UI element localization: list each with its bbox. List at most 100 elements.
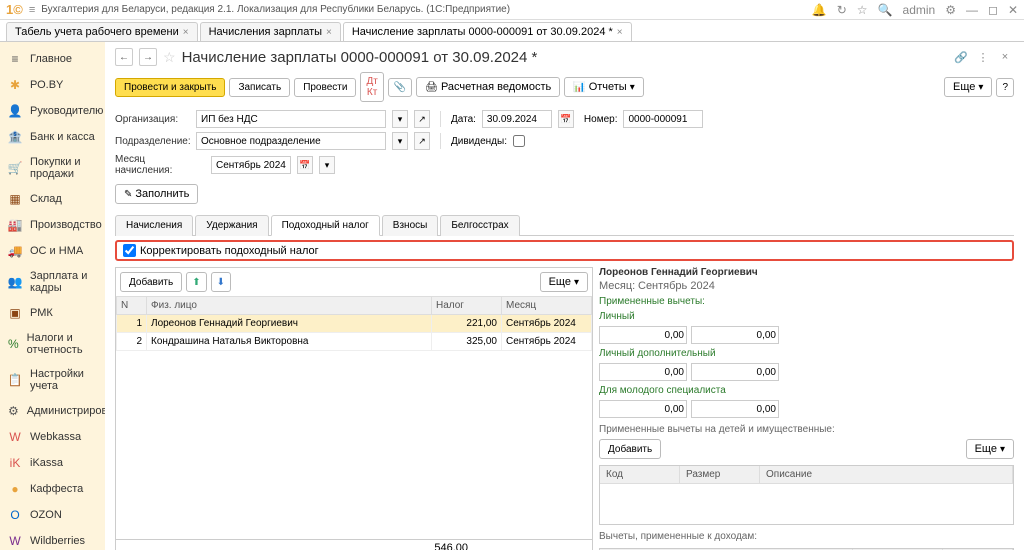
dropdown-icon[interactable]: ▾ xyxy=(392,110,408,128)
sidebar-item[interactable]: ▦Склад xyxy=(0,186,105,212)
sidebar-item[interactable]: 👤Руководителю xyxy=(0,98,105,124)
link-icon[interactable]: 🔗 xyxy=(952,48,970,66)
sidebar-item[interactable]: 🏭Производство xyxy=(0,212,105,238)
table-row[interactable]: 1Лореонов Геннадий Георгиевич221,00Сентя… xyxy=(117,315,592,333)
help-button[interactable]: ? xyxy=(996,78,1014,97)
subtab[interactable]: Белгосстрах xyxy=(440,215,519,236)
document-tabs: Табель учета рабочего времени× Начислени… xyxy=(0,20,1024,42)
sidebar-item[interactable]: ▣РМК xyxy=(0,300,105,326)
move-up-button[interactable]: ⬆ xyxy=(186,272,206,292)
payroll-sheet-button[interactable]: 🖨 Расчетная ведомость xyxy=(416,77,560,97)
nav-fwd-button[interactable]: → xyxy=(139,48,157,66)
sidebar-item[interactable]: %Налоги и отчетность xyxy=(0,326,105,362)
sidebar-item[interactable]: 📋Настройки учета xyxy=(0,362,105,398)
close-icon[interactable]: × xyxy=(996,48,1014,66)
sidebar-item[interactable]: WWildberries xyxy=(0,528,105,550)
sidebar-item[interactable]: OOZON xyxy=(0,502,105,528)
menu-icon[interactable]: ≡ xyxy=(29,4,35,16)
tax-table[interactable]: N Физ. лицо Налог Месяц 1Лореонов Геннад… xyxy=(116,296,592,539)
history-icon[interactable]: ↻ xyxy=(837,3,847,17)
open-icon[interactable]: ↗ xyxy=(414,132,430,150)
personal-2[interactable] xyxy=(691,326,779,344)
bell-icon[interactable]: 🔔 xyxy=(812,3,827,17)
num-input[interactable] xyxy=(623,110,703,128)
calendar-icon[interactable]: 📅 xyxy=(558,110,574,128)
open-icon[interactable]: ↗ xyxy=(414,110,430,128)
sidebar-item[interactable]: 🏦Банк и касса xyxy=(0,124,105,150)
subtabs: НачисленияУдержанияПодоходный налогВзнос… xyxy=(115,214,1014,236)
user-label: admin xyxy=(903,3,936,17)
close-icon[interactable]: × xyxy=(183,27,189,38)
dept-label: Подразделение: xyxy=(115,136,190,147)
month-label: Месяц начисления: xyxy=(115,154,205,176)
movements-button[interactable]: ДтКт xyxy=(360,72,383,102)
menu-icon[interactable]: ⋮ xyxy=(974,48,992,66)
correct-tax-checkbox[interactable] xyxy=(123,244,136,257)
subtab[interactable]: Взносы xyxy=(382,215,439,236)
app-logo: 1© xyxy=(6,2,23,17)
more-button[interactable]: Еще ▾ xyxy=(944,77,992,97)
sidebar: ≡Главное✱РО.BY👤Руководителю🏦Банк и касса… xyxy=(0,42,105,550)
fill-button[interactable]: ✎ Заполнить xyxy=(115,184,198,204)
tab-payroll-doc[interactable]: Начисление зарплаты 0000-000091 от 30.09… xyxy=(343,22,632,41)
reports-button[interactable]: 📊 Отчеты ▾ xyxy=(564,77,644,97)
maximize-icon[interactable]: ◻ xyxy=(988,3,998,17)
young-2[interactable] xyxy=(691,400,779,418)
add-row-button[interactable]: Добавить xyxy=(120,272,182,292)
sidebar-item[interactable]: 🚚ОС и НМА xyxy=(0,238,105,264)
subtab[interactable]: Удержания xyxy=(195,215,268,236)
search-icon[interactable]: 🔍 xyxy=(878,3,893,17)
pextra-1[interactable] xyxy=(599,363,687,381)
sidebar-item[interactable]: iKiKassa xyxy=(0,450,105,476)
post-close-button[interactable]: Провести и закрыть xyxy=(115,78,225,97)
personal-1[interactable] xyxy=(599,326,687,344)
deductions-title: Примененные вычеты: xyxy=(599,296,1014,307)
num-label: Номер: xyxy=(584,114,618,125)
dropdown-icon[interactable]: ▾ xyxy=(319,156,335,174)
sidebar-item[interactable]: 🛒Покупки и продажи xyxy=(0,150,105,186)
children-table[interactable]: КодРазмерОписание xyxy=(599,465,1014,525)
sidebar-item[interactable]: 👥Зарплата и кадры xyxy=(0,264,105,300)
detail-more-button[interactable]: Еще ▾ xyxy=(966,439,1014,459)
star-icon[interactable]: ☆ xyxy=(857,3,868,17)
dept-input[interactable] xyxy=(196,132,386,150)
sidebar-item[interactable]: ●Каффеста xyxy=(0,476,105,502)
minimize-icon[interactable]: — xyxy=(966,3,978,17)
sidebar-item[interactable]: ≡Главное xyxy=(0,46,105,72)
close-icon[interactable]: ✕ xyxy=(1008,3,1018,17)
date-input[interactable] xyxy=(482,110,552,128)
close-icon[interactable]: × xyxy=(326,27,332,38)
calendar-icon[interactable]: 📅 xyxy=(297,156,313,174)
app-title: Бухгалтерия для Беларуси, редакция 2.1. … xyxy=(41,4,806,15)
dropdown-icon[interactable]: ▾ xyxy=(392,132,408,150)
org-input[interactable] xyxy=(196,110,386,128)
pextra-2[interactable] xyxy=(691,363,779,381)
nav-back-button[interactable]: ← xyxy=(115,48,133,66)
subtab[interactable]: Подоходный налог xyxy=(271,215,380,236)
attach-button[interactable]: 📎 xyxy=(388,78,412,97)
document-title: Начисление зарплаты 0000-000091 от 30.09… xyxy=(182,49,538,66)
tab-payroll-list[interactable]: Начисления зарплаты× xyxy=(200,22,341,41)
close-icon[interactable]: × xyxy=(617,27,623,38)
dividends-checkbox[interactable] xyxy=(513,135,525,147)
write-button[interactable]: Записать xyxy=(229,78,290,97)
detail-add-button[interactable]: Добавить xyxy=(599,439,661,459)
table-more-button[interactable]: Еще ▾ xyxy=(540,272,588,292)
month-input[interactable] xyxy=(211,156,291,174)
young-1[interactable] xyxy=(599,400,687,418)
total-value: 546,00 xyxy=(434,542,468,550)
tab-timesheet[interactable]: Табель учета рабочего времени× xyxy=(6,22,198,41)
table-row[interactable]: 2Кондрашина Наталья Викторовна325,00Сент… xyxy=(117,333,592,351)
move-down-button[interactable]: ⬇ xyxy=(211,272,231,292)
detail-person: Лореонов Геннадий Георгиевич xyxy=(599,267,1014,278)
post-button[interactable]: Провести xyxy=(294,78,356,97)
sidebar-item[interactable]: WWebkassa xyxy=(0,424,105,450)
date-label: Дата: xyxy=(451,114,476,125)
settings-icon[interactable]: ⚙ xyxy=(945,3,956,17)
favorite-icon[interactable]: ☆ xyxy=(163,49,176,66)
dividends-label: Дивиденды: xyxy=(451,136,507,147)
correct-tax-highlight: Корректировать подоходный налог xyxy=(115,240,1014,261)
subtab[interactable]: Начисления xyxy=(115,215,193,236)
sidebar-item[interactable]: ✱РО.BY xyxy=(0,72,105,98)
sidebar-item[interactable]: ⚙Администрирование xyxy=(0,398,105,424)
